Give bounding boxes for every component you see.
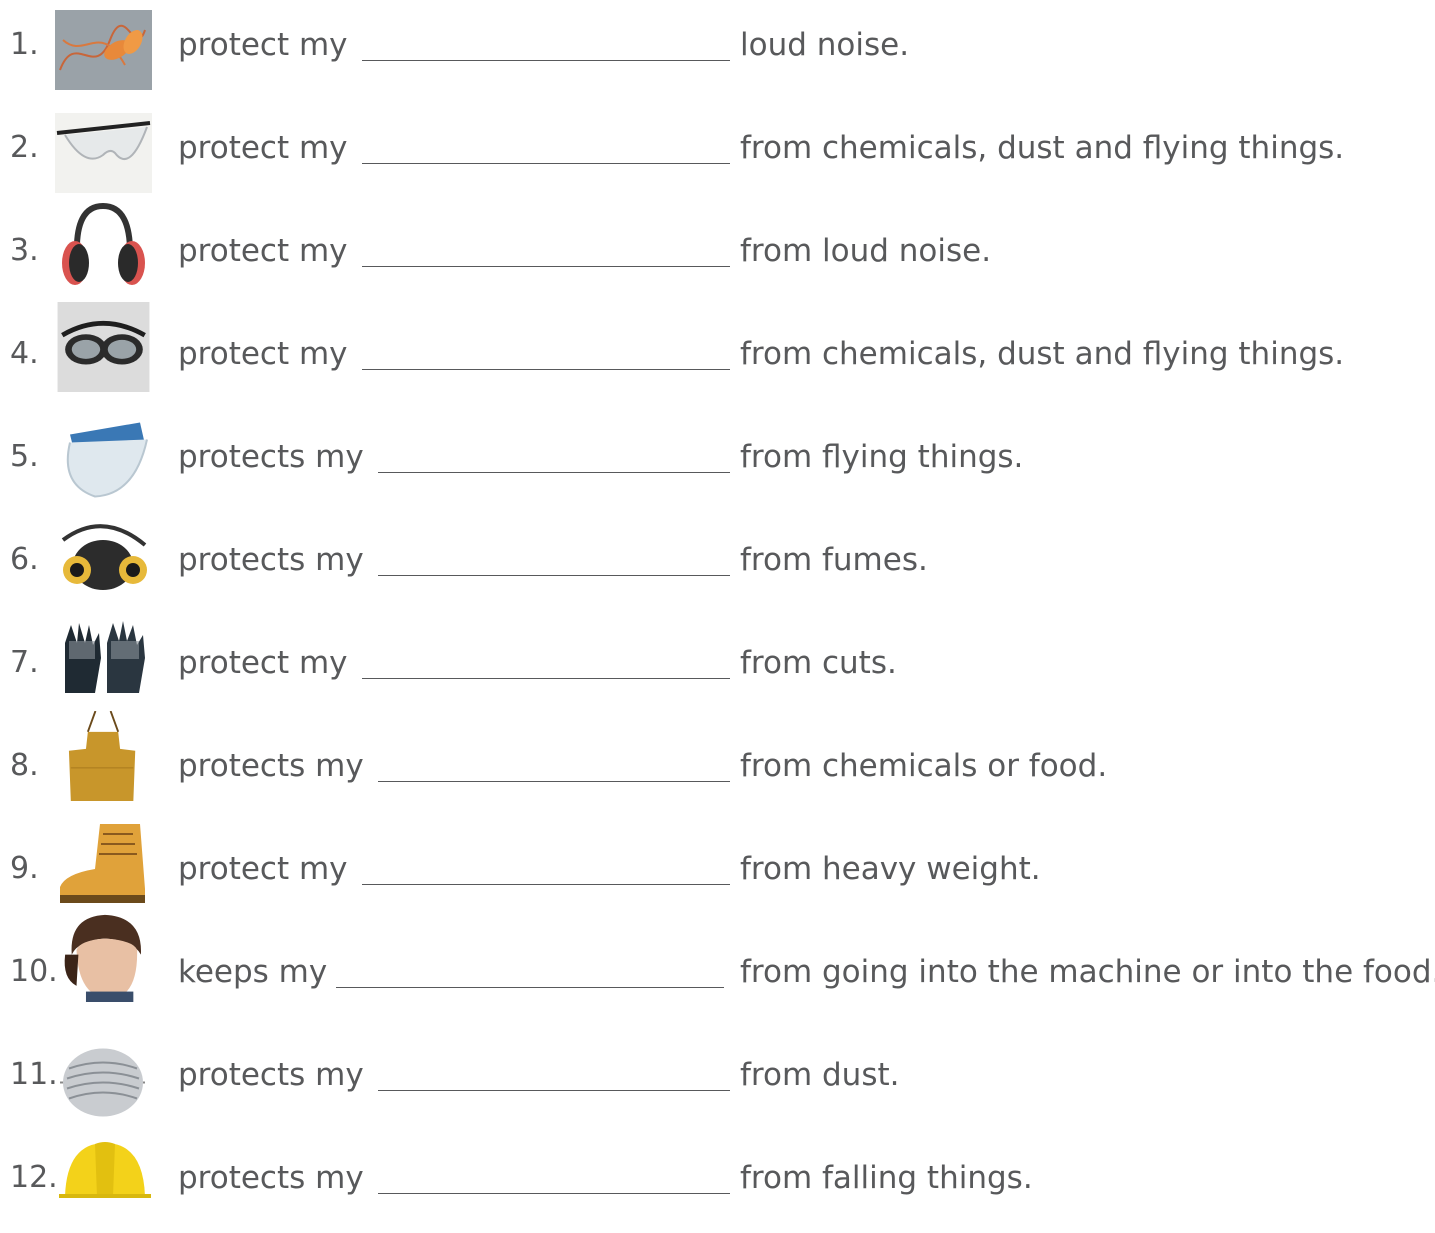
answer-blank[interactable] bbox=[362, 369, 730, 370]
sentence-end: loud noise. bbox=[740, 27, 910, 63]
exercise-item-4: 4. protect my from chemicals, dust and f… bbox=[0, 302, 1435, 409]
gloves-icon bbox=[55, 613, 152, 703]
earplugs-icon bbox=[55, 5, 152, 95]
answer-blank[interactable] bbox=[336, 987, 724, 988]
sentence-start: protects my bbox=[178, 542, 364, 578]
sentence-end: from chemicals, dust and flying things. bbox=[740, 336, 1345, 372]
item-number: 11. bbox=[10, 1057, 58, 1092]
safety-glasses-icon bbox=[55, 108, 152, 198]
item-number: 10. bbox=[10, 954, 58, 989]
answer-blank[interactable] bbox=[378, 781, 730, 782]
sentence-start: protects my bbox=[178, 1057, 364, 1093]
sentence-start: protect my bbox=[178, 851, 348, 887]
sentence-end: from going into the machine or into the … bbox=[740, 954, 1435, 990]
hairnet-icon bbox=[55, 912, 152, 1002]
exercise-item-2: 2. protect my from chemicals, dust and f… bbox=[0, 103, 1435, 203]
sentence-end: from dust. bbox=[740, 1057, 900, 1093]
answer-blank[interactable] bbox=[378, 472, 730, 473]
exercise-item-3: 3. protect my from loud noise. bbox=[0, 202, 1435, 306]
sentence-start: protect my bbox=[178, 130, 348, 166]
item-number: 9. bbox=[10, 851, 39, 886]
sentence-end: from falling things. bbox=[740, 1160, 1033, 1196]
sentence-start: keeps my bbox=[178, 954, 328, 990]
item-number: 8. bbox=[10, 748, 39, 783]
exercise-item-11: 11. protects my from dust. bbox=[0, 1030, 1435, 1130]
item-number: 4. bbox=[10, 336, 39, 371]
item-number: 2. bbox=[10, 130, 39, 165]
exercise-item-6: 6. protects my from fumes. bbox=[0, 515, 1435, 615]
sentence-end: from loud noise. bbox=[740, 233, 992, 269]
sentence-end: from chemicals or food. bbox=[740, 748, 1108, 784]
exercise-item-1: 1. protect my loud noise. bbox=[0, 0, 1435, 100]
sentence-end: from flying things. bbox=[740, 439, 1024, 475]
item-number: 12. bbox=[10, 1160, 58, 1195]
sentence-start: protect my bbox=[178, 233, 348, 269]
exercise-item-9: 9. protect my from heavy weight. bbox=[0, 824, 1435, 924]
answer-blank[interactable] bbox=[362, 678, 730, 679]
ear-muffs-icon bbox=[55, 201, 152, 291]
item-number: 1. bbox=[10, 27, 39, 62]
apron-icon bbox=[55, 711, 152, 801]
safety-boot-icon bbox=[55, 819, 152, 909]
hard-hat-icon bbox=[55, 1138, 152, 1198]
exercise-item-7: 7. protect my from cuts. bbox=[0, 618, 1435, 718]
item-number: 7. bbox=[10, 645, 39, 680]
sentence-end: from chemicals, dust and flying things. bbox=[740, 130, 1345, 166]
sentence-start: protects my bbox=[178, 748, 364, 784]
exercise-item-12: 12. protects my from falling things. bbox=[0, 1133, 1435, 1233]
respirator-icon bbox=[55, 510, 152, 600]
sentence-start: protects my bbox=[178, 439, 364, 475]
answer-blank[interactable] bbox=[362, 266, 730, 267]
item-number: 5. bbox=[10, 439, 39, 474]
sentence-start: protect my bbox=[178, 336, 348, 372]
sentence-start: protects my bbox=[178, 1160, 364, 1196]
face-shield-icon bbox=[55, 412, 152, 502]
answer-blank[interactable] bbox=[378, 575, 730, 576]
answer-blank[interactable] bbox=[362, 163, 730, 164]
exercise-item-10: 10. keeps my from going into the machine… bbox=[0, 914, 1435, 1027]
answer-blank[interactable] bbox=[378, 1090, 730, 1091]
item-number: 3. bbox=[10, 233, 39, 268]
dust-mask-icon bbox=[55, 1030, 152, 1120]
sentence-end: from cuts. bbox=[740, 645, 897, 681]
sentence-end: from heavy weight. bbox=[740, 851, 1041, 887]
goggles-icon bbox=[55, 302, 152, 392]
answer-blank[interactable] bbox=[378, 1193, 730, 1194]
answer-blank[interactable] bbox=[362, 884, 730, 885]
answer-blank[interactable] bbox=[362, 60, 730, 61]
item-number: 6. bbox=[10, 542, 39, 577]
sentence-start: protect my bbox=[178, 645, 348, 681]
sentence-end: from fumes. bbox=[740, 542, 928, 578]
exercise-item-8: 8. protects my from chemicals or food. bbox=[0, 711, 1435, 821]
exercise-item-5: 5. protects my from flying things. bbox=[0, 412, 1435, 512]
sentence-start: protect my bbox=[178, 27, 348, 63]
